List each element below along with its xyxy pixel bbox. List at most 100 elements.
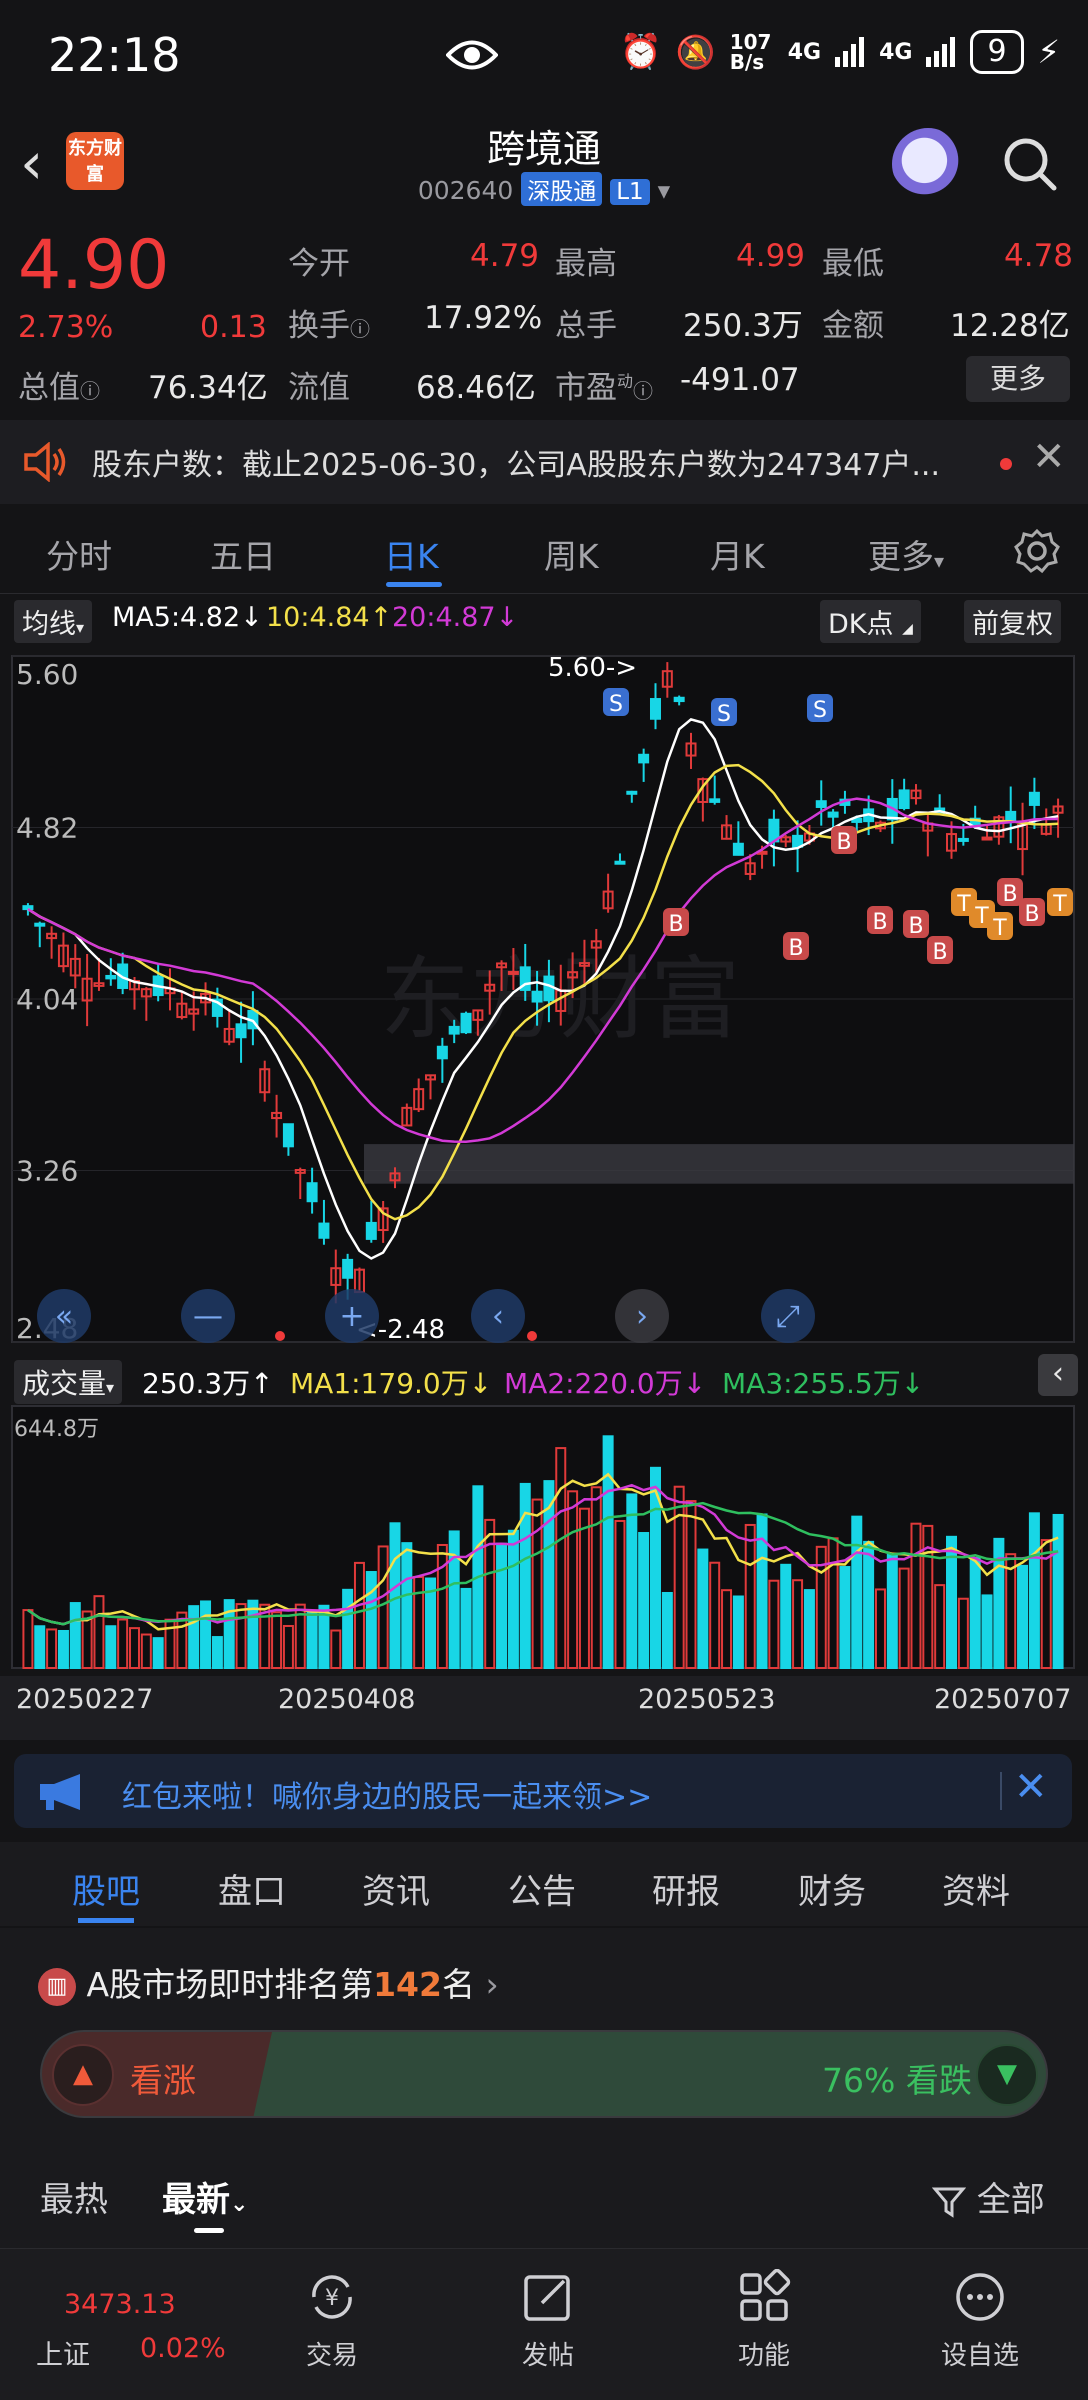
last-price: 4.90 — [18, 226, 170, 305]
vol-ma1: MA1:179.0万↓ — [290, 1367, 493, 1400]
tab-daily-k[interactable]: 日K — [384, 530, 439, 578]
connect-tag: 深股通 — [521, 172, 603, 206]
tab-monthly-k[interactable]: 月K — [710, 530, 765, 578]
net-speed: 107 B/s — [729, 30, 772, 74]
tab-pankou[interactable]: 盘口 — [218, 1864, 286, 1913]
section-tabs: 股吧 盘口 资讯 公告 研报 财务 资料 — [0, 1842, 1088, 1926]
volume-bar — [602, 1435, 614, 1670]
chevron-right-icon: › — [485, 1965, 499, 2004]
nav-watchlist[interactable]: 设自选 — [920, 2269, 1040, 2372]
pe-value: -491.07 — [680, 362, 800, 398]
nav-post[interactable]: 发帖 — [488, 2269, 608, 2372]
date-tick: 20250707 — [934, 1684, 1072, 1715]
volume-bar — [839, 1566, 851, 1669]
quote-panel: 4.90 2.73% 0.13 今开 4.79 最高 4.99 最低 4.78 … — [0, 222, 1088, 420]
event-dot — [527, 1331, 537, 1341]
candle-body — [436, 1045, 448, 1060]
signal-label: B — [872, 910, 887, 935]
kline-indicator-bar: 均线▾ MA5:4.82↓ 10:4.84↑ 20:4.87↓ DK点 ◢ 前复… — [0, 596, 1088, 643]
close-icon[interactable]: ✕ — [1014, 1764, 1048, 1810]
mktcap-value: 76.34亿 — [148, 370, 268, 406]
date-tick: 20250523 — [638, 1684, 776, 1715]
trade-icon: ¥ — [312, 2275, 352, 2319]
megaphone-icon — [40, 1774, 80, 1810]
float-label: 流值 — [288, 370, 350, 406]
info-icon[interactable]: ⓘ — [80, 379, 100, 403]
candle-body — [673, 696, 685, 703]
bullish-button[interactable]: ▲ — [52, 2044, 114, 2106]
tab-finance[interactable]: 财务 — [798, 1864, 866, 1913]
volume-bar — [389, 1522, 401, 1669]
more-circle-icon — [956, 2273, 1004, 2321]
candle-body — [460, 1012, 472, 1034]
signal-label: B — [668, 912, 683, 937]
candlestick-chart[interactable]: 5.604.824.043.262.48东方财富5.60-><-2.48SSSB… — [0, 640, 1088, 1350]
volume-bar — [803, 1589, 815, 1670]
candle-body — [105, 974, 117, 980]
more-button[interactable]: 更多 — [966, 356, 1070, 402]
sort-new[interactable]: 最新⌄ — [162, 2172, 248, 2221]
vol-ma3: MA3:255.5万↓ — [722, 1367, 925, 1400]
grid-icon — [740, 2269, 791, 2321]
candle-body — [282, 1123, 294, 1148]
candle-body — [22, 905, 34, 911]
signal-label: T — [992, 916, 1007, 941]
volume-bar — [886, 1553, 898, 1670]
info-icon[interactable]: ⓘ — [633, 379, 653, 403]
turnover-label: 换手 — [288, 308, 350, 344]
open-value: 4.79 — [470, 238, 540, 274]
tab-more[interactable]: 更多▾ — [868, 530, 944, 578]
signal-label: B — [908, 914, 923, 939]
tab-5day[interactable]: 五日 — [210, 530, 276, 578]
volume-chart: 644.8万 — [11, 1405, 1075, 1670]
eye-icon — [446, 40, 498, 70]
tab-announcements[interactable]: 公告 — [508, 1864, 576, 1913]
turnover-value: 17.92% — [424, 300, 543, 336]
chevron-down-icon: ▾ — [657, 176, 671, 205]
tab-news[interactable]: 资讯 — [362, 1864, 430, 1913]
ranking-title[interactable]: ▥ A股市场即时排名第142名 › — [38, 1958, 499, 2006]
volume-bar — [851, 1515, 863, 1669]
volume-max-label: 644.8万 — [14, 1417, 99, 1442]
search-icon[interactable] — [1000, 134, 1060, 194]
nav-trade[interactable]: ¥ 交易 — [272, 2269, 392, 2372]
signal-label: B — [836, 830, 851, 855]
notice-bar[interactable]: 股东户数：截止2025-06-30，公司A股股东户数为247347户... ✕ — [0, 420, 1088, 504]
sentiment-vote-bar: ▲ 看涨 76% 看跌 ▼ — [40, 2030, 1048, 2118]
ma20-value: 20:4.87↓ — [392, 602, 519, 633]
speaker-icon — [24, 442, 66, 482]
tab-research[interactable]: 研报 — [652, 1864, 720, 1913]
nav-function[interactable]: 功能 — [704, 2269, 824, 2372]
promo-banner[interactable]: 红包来啦！喊你身边的股民一起来领>> ✕ — [14, 1754, 1072, 1828]
tab-intraday[interactable]: 分时 — [46, 530, 112, 578]
filter-button[interactable]: 全部 — [931, 2172, 1045, 2221]
volume-bar — [638, 1532, 650, 1669]
tab-weekly-k[interactable]: 周K — [544, 530, 599, 578]
sort-hot[interactable]: 最热 — [40, 2172, 108, 2221]
chevron-left-icon[interactable]: ‹ — [1038, 1354, 1078, 1396]
dk-point-button[interactable]: DK点 ◢ — [820, 600, 921, 643]
close-icon[interactable]: ✕ — [1032, 434, 1066, 480]
stock-header: ‹ 东方财富 跨境通 002640 深股通 L1 ▾ — [0, 112, 1088, 216]
candle-body — [957, 837, 969, 842]
bearish-button[interactable]: ▼ — [976, 2044, 1038, 2106]
float-value: 68.46亿 — [416, 370, 536, 406]
feed-sort-bar: 最热 最新⌄ 全部 — [0, 2150, 1088, 2246]
volume-select[interactable]: 成交量▾ — [14, 1360, 123, 1404]
chart-control-icon: ‹ — [492, 1299, 504, 1334]
tab-profile[interactable]: 资料 — [942, 1864, 1010, 1913]
assistant-robot-icon[interactable] — [892, 128, 964, 200]
candle-body — [342, 1258, 354, 1279]
candle-body — [318, 1222, 330, 1239]
index-ticker[interactable]: 3473.13 上证 0.02% — [18, 2267, 226, 2387]
period-tabs: 分时 五日 日K 周K 月K 更多▾ — [0, 510, 1088, 594]
volume-bar — [306, 1609, 318, 1669]
indicator-select[interactable]: 均线▾ — [14, 600, 93, 643]
adjust-select[interactable]: 前复权 — [964, 600, 1061, 643]
candle-body — [815, 800, 827, 808]
volume-bar — [969, 1557, 981, 1669]
tab-guba[interactable]: 股吧 — [72, 1864, 140, 1913]
gear-icon[interactable] — [1014, 528, 1060, 574]
info-icon[interactable]: ⓘ — [350, 317, 370, 341]
vol-ma2: MA2:220.0万↓ — [504, 1367, 707, 1400]
